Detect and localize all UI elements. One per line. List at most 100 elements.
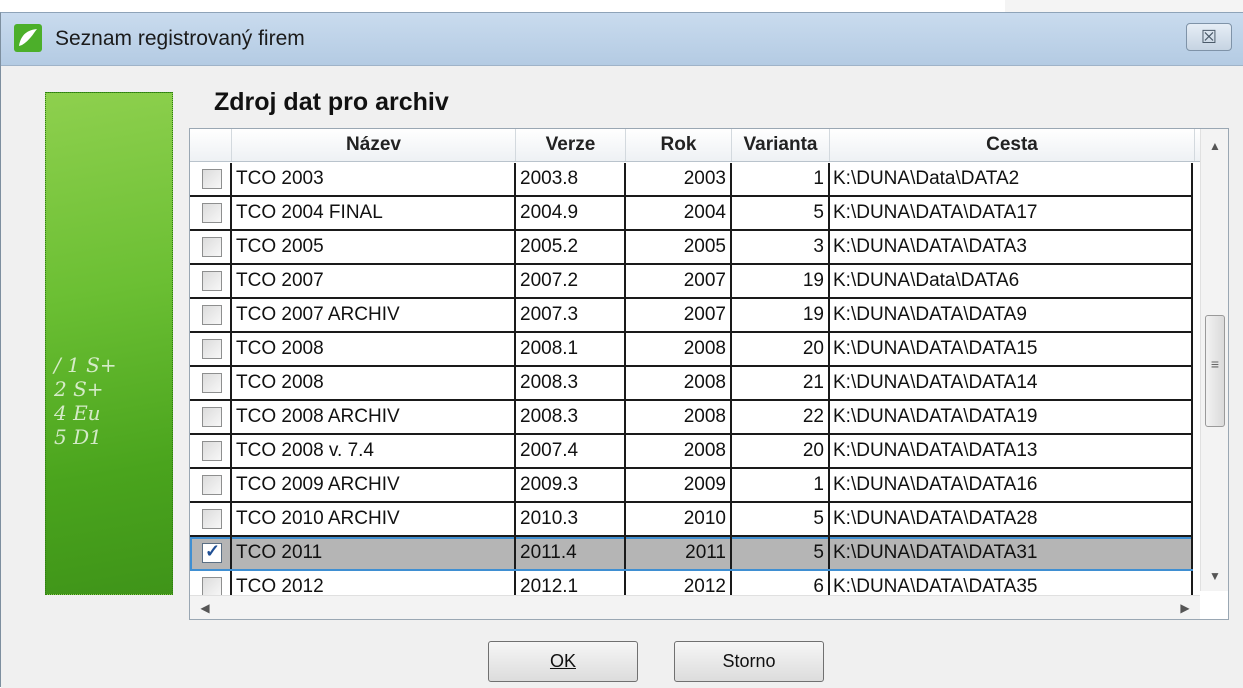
- cell-varianta: 20: [732, 333, 830, 365]
- grid-header: Název Verze Rok Varianta Cesta: [190, 129, 1200, 162]
- row-checkbox[interactable]: [202, 475, 222, 495]
- close-button[interactable]: ☒: [1186, 23, 1232, 51]
- column-header-verze[interactable]: Verze: [516, 129, 626, 161]
- section-heading: Zdroj dat pro archiv: [214, 88, 449, 116]
- scroll-up-arrow-icon[interactable]: ▲: [1201, 133, 1228, 159]
- cell-varianta: 20: [732, 435, 830, 467]
- cell-nazev: TCO 2010 ARCHIV: [232, 503, 516, 535]
- cell-verze: 2011.4: [516, 537, 626, 569]
- row-checkbox[interactable]: [202, 509, 222, 529]
- table-row[interactable]: TCO 2005 2005.2 2005 3 K:\DUNA\DATA\DATA3: [190, 231, 1193, 265]
- column-header-cesta[interactable]: Cesta: [830, 129, 1195, 161]
- row-checkbox[interactable]: [202, 541, 222, 563]
- cell-rok: 2010: [626, 503, 732, 535]
- cell-varianta: 5: [732, 503, 830, 535]
- cell-rok: 2005: [626, 231, 732, 263]
- cell-cesta: K:\DUNA\DATA\DATA28: [830, 503, 1193, 535]
- row-checkbox[interactable]: [202, 271, 222, 291]
- cell-rok: 2011: [626, 537, 732, 569]
- cell-nazev: TCO 2008 ARCHIV: [232, 401, 516, 433]
- window-title: Seznam registrovaný firem: [55, 27, 305, 50]
- cell-nazev: TCO 2007 ARCHIV: [232, 299, 516, 331]
- cell-nazev: TCO 2004 FINAL: [232, 197, 516, 229]
- cell-cesta: K:\DUNA\DATA\DATA16: [830, 469, 1193, 501]
- scroll-left-arrow-icon[interactable]: ◀: [194, 596, 216, 619]
- scroll-right-arrow-icon[interactable]: ▶: [1174, 596, 1196, 619]
- table-row[interactable]: TCO 2008 ARCHIV 2008.3 2008 22 K:\DUNA\DATA\…: [190, 401, 1193, 435]
- table-row[interactable]: TCO 2008 2008.1 2008 20 K:\DUNA\DATA\DATA15: [190, 333, 1193, 367]
- table-row[interactable]: TCO 2008 v. 7.4 2007.4 2008 20 K:\DUNA\DATA\…: [190, 435, 1193, 469]
- cell-verze: 2007.3: [516, 299, 626, 331]
- cell-verze: 2007.2: [516, 265, 626, 297]
- row-checkbox[interactable]: [202, 169, 222, 189]
- cell-varianta: 3: [732, 231, 830, 263]
- row-checkbox-cell: [190, 163, 232, 195]
- row-checkbox[interactable]: [202, 305, 222, 325]
- title-bar[interactable]: Seznam registrovaný firem ☒: [1, 13, 1243, 66]
- row-checkbox[interactable]: [202, 373, 222, 393]
- row-checkbox[interactable]: [202, 441, 222, 461]
- row-checkbox-cell: [190, 197, 232, 229]
- cancel-button[interactable]: Storno: [674, 641, 824, 682]
- column-header-rok[interactable]: Rok: [626, 129, 732, 161]
- table-row[interactable]: TCO 2009 ARCHIV 2009.3 2009 1 K:\DUNA\DATA\D…: [190, 469, 1193, 503]
- row-checkbox[interactable]: [202, 577, 222, 597]
- cell-rok: 2008: [626, 401, 732, 433]
- cell-nazev: TCO 2008: [232, 333, 516, 365]
- cell-cesta: K:\DUNA\DATA\DATA19: [830, 401, 1193, 433]
- app-leaf-icon: [14, 24, 42, 52]
- cell-cesta: K:\DUNA\Data\DATA2: [830, 163, 1193, 195]
- row-checkbox-cell: [190, 299, 232, 331]
- table-row[interactable]: TCO 2010 ARCHIV 2010.3 2010 5 K:\DUNA\DATA\D…: [190, 503, 1193, 537]
- row-checkbox-cell: [190, 333, 232, 365]
- scroll-down-arrow-icon[interactable]: ▼: [1201, 563, 1228, 589]
- row-checkbox-cell: [190, 469, 232, 501]
- data-grid[interactable]: Název Verze Rok Varianta Cesta TCO 2003 2…: [189, 128, 1229, 620]
- horizontal-scrollbar[interactable]: ◀ ▶: [190, 595, 1200, 619]
- cell-nazev: TCO 2007: [232, 265, 516, 297]
- cell-varianta: 5: [732, 197, 830, 229]
- cell-nazev: TCO 2009 ARCHIV: [232, 469, 516, 501]
- vertical-scrollbar[interactable]: ▲ ≡ ▼: [1200, 129, 1228, 591]
- row-checkbox[interactable]: [202, 203, 222, 223]
- ok-button-label: OK: [549, 651, 576, 671]
- column-header-varianta[interactable]: Varianta: [732, 129, 830, 161]
- table-row[interactable]: TCO 2003 2003.8 2003 1 K:\DUNA\Data\DATA2: [190, 163, 1193, 197]
- header-checkbox-column: [190, 129, 232, 161]
- cell-varianta: 1: [732, 469, 830, 501]
- cell-verze: 2008.3: [516, 367, 626, 399]
- row-checkbox-cell: [190, 265, 232, 297]
- row-checkbox-cell: [190, 503, 232, 535]
- table-row[interactable]: TCO 20112011.420115K:\DUNA\DATA\DATA31: [190, 537, 1193, 571]
- row-checkbox[interactable]: [202, 237, 222, 257]
- cell-cesta: K:\DUNA\DATA\DATA14: [830, 367, 1193, 399]
- cell-varianta: 19: [732, 265, 830, 297]
- row-checkbox[interactable]: [202, 407, 222, 427]
- close-icon: ☒: [1200, 27, 1218, 47]
- table-row[interactable]: TCO 2004 FINAL 2004.9 2004 5 K:\DUNA\DATA\DA…: [190, 197, 1193, 231]
- cell-nazev: TCO 2005: [232, 231, 516, 263]
- cell-cesta: K:\DUNA\DATA\DATA17: [830, 197, 1193, 229]
- cell-varianta: 5: [732, 537, 830, 569]
- table-row[interactable]: TCO 2008 2008.3 2008 21 K:\DUNA\DATA\DATA14: [190, 367, 1193, 401]
- cell-varianta: 21: [732, 367, 830, 399]
- cell-rok: 2003: [626, 163, 732, 195]
- table-row[interactable]: TCO 2007 2007.2 2007 19 K:\DUNA\Data\DATA6: [190, 265, 1193, 299]
- cell-cesta: K:\DUNA\DATA\DATA3: [830, 231, 1193, 263]
- cell-varianta: 19: [732, 299, 830, 331]
- ok-button[interactable]: OK: [488, 641, 638, 682]
- row-checkbox-cell: [190, 435, 232, 467]
- cell-rok: 2007: [626, 299, 732, 331]
- row-checkbox[interactable]: [202, 339, 222, 359]
- row-checkbox-cell: [190, 231, 232, 263]
- vertical-scroll-thumb[interactable]: ≡: [1205, 315, 1225, 427]
- cell-nazev: TCO 2011: [232, 537, 516, 569]
- table-row[interactable]: TCO 2007 ARCHIV 2007.3 2007 19 K:\DUNA\DATA\…: [190, 299, 1193, 333]
- cell-varianta: 1: [732, 163, 830, 195]
- column-header-nazev[interactable]: Název: [232, 129, 516, 161]
- cell-rok: 2008: [626, 367, 732, 399]
- cell-cesta: K:\DUNA\DATA\DATA9: [830, 299, 1193, 331]
- cell-rok: 2004: [626, 197, 732, 229]
- cell-verze: 2008.3: [516, 401, 626, 433]
- cell-nazev: TCO 2003: [232, 163, 516, 195]
